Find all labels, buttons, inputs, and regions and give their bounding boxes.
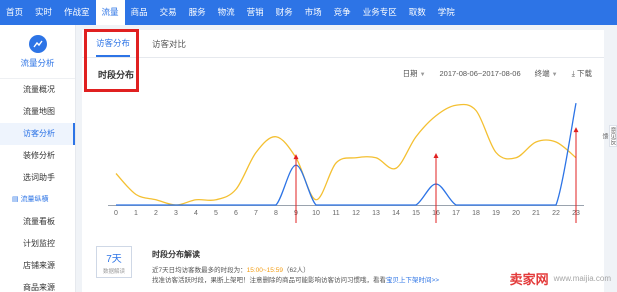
nav-item[interactable]: 市场: [299, 0, 328, 25]
x-tick-label: 3: [174, 210, 178, 217]
nav-item[interactable]: 业务专区: [357, 0, 403, 25]
nav-item[interactable]: 竞争: [328, 0, 357, 25]
device-select[interactable]: 终端 ▼: [535, 68, 558, 79]
series-line-0: [115, 103, 577, 206]
x-tick-label: 5: [214, 210, 218, 217]
chart-controls: 日期 ▼ 2017-08-06~2017-08-06 终端 ▼ ⤓ 下载: [389, 68, 592, 79]
x-tick-label: 0: [114, 210, 118, 217]
nav-item[interactable]: 营销: [241, 0, 270, 25]
sidebar-item[interactable]: 计划监控: [0, 233, 75, 255]
date-range-picker[interactable]: 2017-08-06~2017-08-06: [440, 69, 521, 78]
x-tick-label: 13: [372, 210, 380, 217]
x-tick-label: 7: [254, 210, 258, 217]
x-tick-label: 15: [412, 210, 420, 217]
top-nav: 首页 实时 作战室 流量 商品 交易 服务 物流 营销 财务 市场 竞争 业务专区 取数 学院: [0, 0, 617, 25]
sidebar-item[interactable]: 流量概况: [0, 79, 75, 101]
sidebar-menu-secondary: 流量看板 计划监控 店铺来源 商品来源: [0, 211, 75, 292]
nav-item[interactable]: 服务: [183, 0, 212, 25]
chevron-down-icon: ▼: [419, 72, 426, 78]
sidebar: 流量分析 流量概况 流量地图 访客分析 装修分析 选词助手 ▤ 流量纵横 流量看板 计划监…: [0, 25, 76, 292]
sidebar-item[interactable]: 访客分析: [0, 123, 75, 145]
x-tick-label: 6: [234, 210, 238, 217]
listing-time-link[interactable]: 宝贝上下架时间>>: [386, 277, 439, 284]
interpretation-title: 时段分布解读: [152, 250, 200, 259]
days-number: 7天: [106, 254, 122, 265]
tab-visitor-distribution[interactable]: 访客分布: [96, 37, 131, 57]
x-tick-label: 4: [194, 210, 198, 217]
nav-item[interactable]: 学院: [432, 0, 461, 25]
nav-item[interactable]: 首页: [0, 0, 29, 25]
section-title: 时段分布: [98, 70, 135, 80]
x-tick-label: 17: [452, 210, 460, 217]
x-tick-label: 20: [512, 210, 520, 217]
days-subtitle: 数据解读: [102, 269, 125, 275]
sidebar-item[interactable]: 商品来源: [0, 277, 75, 292]
x-tick-label: 18: [472, 210, 480, 217]
nav-item[interactable]: 财务: [270, 0, 299, 25]
sidebar-item[interactable]: 流量看板: [0, 211, 75, 233]
nav-item[interactable]: 取数: [403, 0, 432, 25]
x-tick-label: 11: [332, 210, 339, 217]
annotation-arrow-head: [573, 127, 579, 133]
traffic-analysis-icon: [28, 34, 47, 53]
download-button[interactable]: ⤓ 下载: [572, 68, 592, 79]
x-tick-label: 10: [312, 210, 320, 217]
watermark-logo: 卖家网: [509, 272, 549, 287]
sidebar-item[interactable]: 流量地图: [0, 101, 75, 123]
tab-visitor-comparison[interactable]: 访客对比: [152, 38, 186, 57]
sidebar-menu: 流量概况 流量地图 访客分析 装修分析 选词助手: [0, 79, 75, 189]
sidebar-brand-label: 流量分析: [20, 57, 55, 68]
x-tick-label: 2: [154, 210, 158, 217]
x-tick-label: 12: [352, 210, 360, 217]
nav-item[interactable]: 流量: [95, 0, 125, 25]
x-tick-label: 8: [274, 210, 278, 217]
nav-item[interactable]: 商品: [125, 0, 154, 25]
x-tick-label: 1: [134, 210, 138, 217]
chart-area: 01234567891011121314151617181920212223: [82, 95, 604, 225]
days-badge: 7天 数据解读: [96, 246, 132, 278]
sidebar-item[interactable]: 装修分析: [0, 145, 75, 167]
sidebar-item[interactable]: 选词助手: [0, 167, 75, 189]
nav-item[interactable]: 作战室: [58, 0, 96, 25]
download-icon: ⤓: [571, 69, 575, 78]
nav-item[interactable]: 交易: [154, 0, 183, 25]
hourly-distribution-chart: 01234567891011121314151617181920212223: [108, 103, 584, 223]
watermark: 卖家网 www.maijia.com: [510, 269, 611, 288]
nav-item[interactable]: 物流: [212, 0, 241, 25]
sidebar-section-title: ▤ 流量纵横: [12, 196, 49, 203]
x-tick-label: 14: [392, 210, 400, 217]
series-line-1: [116, 103, 577, 206]
x-tick-label: 19: [492, 210, 500, 217]
interpretation-summary: 近7天日均访客数最多的时段为：15:00~15:59（62人）: [152, 267, 310, 274]
chevron-down-icon: ▼: [551, 72, 558, 78]
sidebar-item[interactable]: 店铺来源: [0, 255, 75, 277]
x-tick-label: 22: [552, 210, 560, 217]
interpretation-tip: 找准访客活跃时段，果断上架吧！注意删除的商品可能影响访客访问习惯哦，看看宝贝上下…: [152, 277, 440, 284]
granularity-select[interactable]: 日期 ▼: [403, 68, 426, 79]
annotation-arrow-head: [433, 153, 439, 158]
watermark-url: www.maijia.com: [553, 274, 611, 283]
nav-item[interactable]: 实时: [29, 0, 58, 25]
feedback-float-button[interactable]: 意见反馈: [601, 125, 617, 147]
tab-bar: 访客分布 访客对比: [82, 30, 604, 58]
x-tick-label: 21: [532, 210, 540, 217]
sidebar-brand[interactable]: 流量分析: [0, 25, 75, 79]
